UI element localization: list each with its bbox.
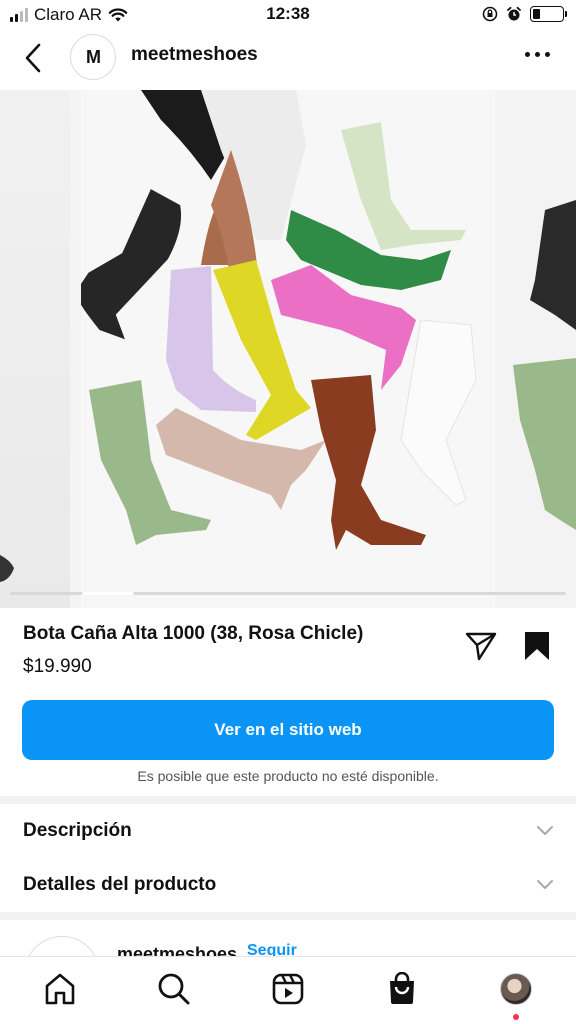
section-divider <box>0 796 576 804</box>
bookmark-icon <box>525 632 549 660</box>
accordion-label: Descripción <box>23 820 132 841</box>
logo-text: M <box>86 46 101 67</box>
nav-reels[interactable] <box>270 971 306 1007</box>
nav-home[interactable] <box>42 971 78 1007</box>
next-image-peek[interactable] <box>505 90 576 608</box>
chevron-down-icon <box>537 826 553 835</box>
home-icon <box>45 973 75 1005</box>
nav-profile[interactable] <box>498 971 534 1007</box>
carousel-progress-indicator <box>82 592 134 595</box>
chevron-left-icon <box>25 43 41 73</box>
accordion-label: Detalles del producto <box>23 874 217 895</box>
battery-icon <box>530 6 567 22</box>
notification-dot <box>513 1014 519 1020</box>
section-divider <box>0 912 576 920</box>
view-website-button[interactable]: Ver en el sitio web <box>22 700 554 760</box>
account-avatar[interactable]: M <box>70 34 116 80</box>
send-icon <box>465 632 497 661</box>
status-bar: Claro AR 12:38 <box>0 0 576 30</box>
previous-image-peek[interactable] <box>0 90 70 608</box>
chevron-down-icon <box>537 880 553 889</box>
product-photo[interactable] <box>65 90 495 608</box>
header: M meetmeshoes <box>0 30 576 86</box>
account-name[interactable]: meetmeshoes <box>131 44 258 66</box>
accordion-product-details[interactable]: Detalles del producto <box>0 858 576 912</box>
battery-level <box>533 9 540 19</box>
product-image-carousel[interactable] <box>0 90 576 608</box>
save-button[interactable] <box>522 630 552 662</box>
orientation-lock-icon <box>482 6 498 22</box>
back-button[interactable] <box>18 40 48 76</box>
product-title: Bota Caña Alta 1000 (38, Rosa Chicle) <box>23 623 364 644</box>
availability-note: Es posible que este producto no esté dis… <box>137 768 439 784</box>
search-icon <box>158 973 190 1005</box>
shop-icon <box>390 972 414 1004</box>
reels-icon <box>272 973 304 1005</box>
share-button[interactable] <box>464 630 498 662</box>
bottom-navigation <box>0 956 576 1024</box>
accordion-description[interactable]: Descripción <box>0 804 576 858</box>
product-price: $19.990 <box>23 656 92 677</box>
nav-shop[interactable] <box>384 971 420 1007</box>
alarm-icon <box>507 6 521 21</box>
nav-search[interactable] <box>156 971 192 1007</box>
seller-row: meetmeshoes Seguir <box>0 920 576 960</box>
more-options-icon[interactable] <box>525 52 550 57</box>
profile-avatar <box>500 973 532 1005</box>
status-icons <box>482 6 567 22</box>
